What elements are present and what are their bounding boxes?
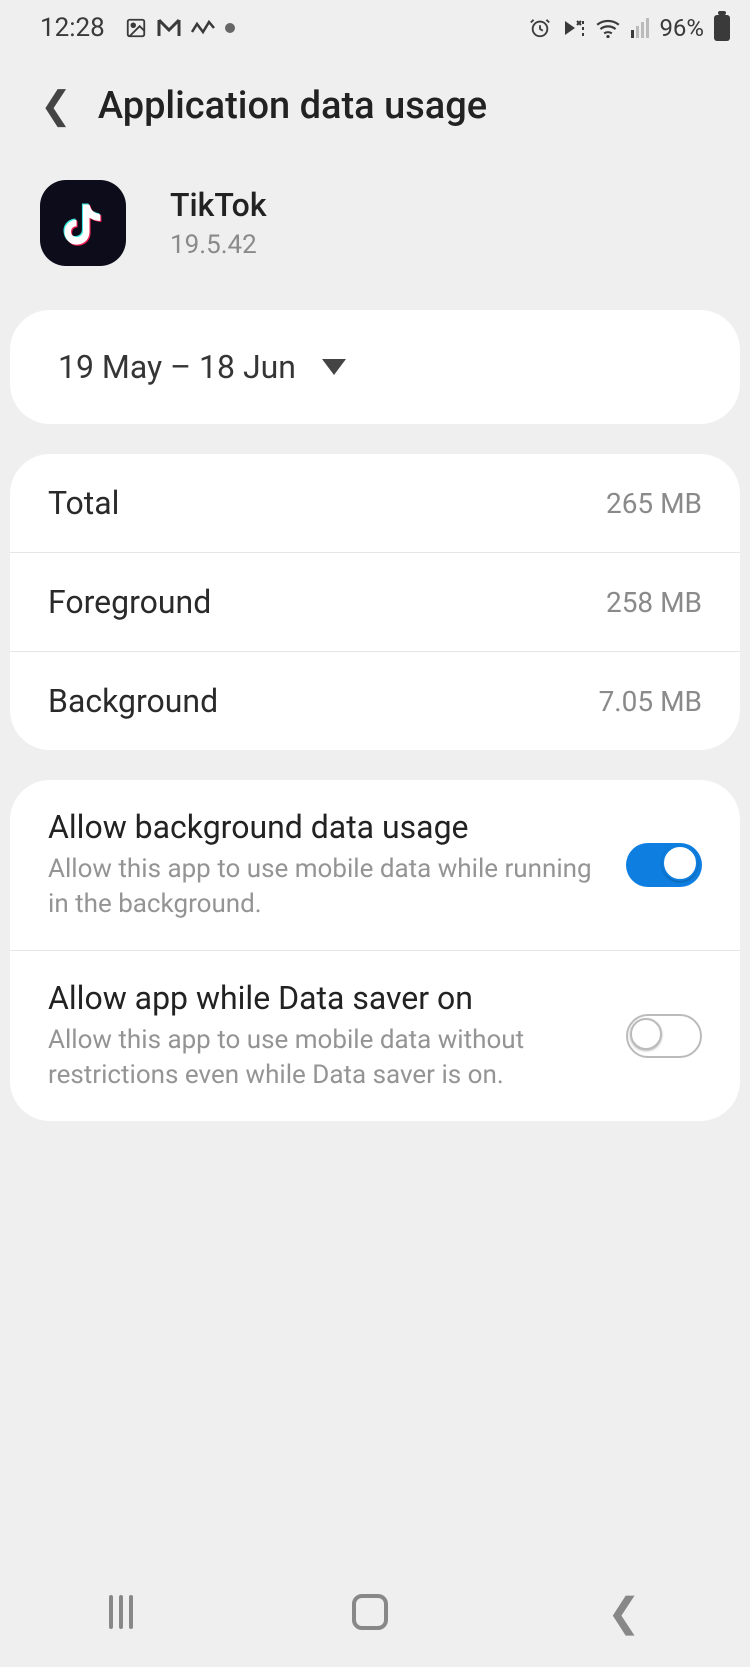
status-time: 12:28 xyxy=(40,13,105,43)
cell-signal-icon xyxy=(631,18,649,38)
gmail-icon xyxy=(157,18,181,38)
page-header: ❮ Application data usage xyxy=(0,48,750,148)
status-bar: 12:28 96% xyxy=(0,0,750,48)
usage-card: Total 265 MB Foreground 258 MB Backgroun… xyxy=(10,454,740,750)
app-name: TikTok xyxy=(170,186,267,224)
picture-icon xyxy=(125,17,147,39)
date-range-label: 19 May – 18 Jun xyxy=(58,348,296,386)
usage-label: Background xyxy=(48,682,218,720)
page-title: Application data usage xyxy=(98,84,487,128)
setting-allow-background-data[interactable]: Allow background data usage Allow this a… xyxy=(10,780,740,951)
chevron-down-icon xyxy=(322,359,346,375)
alarm-icon xyxy=(529,17,551,39)
usage-row-foreground: Foreground 258 MB xyxy=(10,553,740,652)
app-info: TikTok 19.5.42 xyxy=(0,148,750,310)
usage-row-background: Background 7.05 MB xyxy=(10,652,740,750)
setting-description: Allow this app to use mobile data while … xyxy=(48,852,606,922)
settings-card: Allow background data usage Allow this a… xyxy=(10,780,740,1121)
toggle-allow-background-data[interactable] xyxy=(626,843,702,887)
toggle-allow-data-saver[interactable] xyxy=(626,1014,702,1058)
setting-description: Allow this app to use mobile data withou… xyxy=(48,1023,606,1093)
usage-value: 258 MB xyxy=(606,586,702,619)
usage-label: Foreground xyxy=(48,583,211,621)
vibrate-icon xyxy=(561,17,585,39)
app-icon xyxy=(40,180,126,266)
stocks-icon xyxy=(191,20,215,36)
setting-allow-data-saver[interactable]: Allow app while Data saver on Allow this… xyxy=(10,951,740,1121)
setting-title: Allow background data usage xyxy=(48,808,606,846)
nav-back-button[interactable]: ❮ xyxy=(607,1589,641,1636)
nav-home-button[interactable] xyxy=(352,1594,388,1630)
date-range-dropdown[interactable]: 19 May – 18 Jun xyxy=(58,348,692,386)
nav-recents-button[interactable] xyxy=(109,1595,133,1629)
app-version: 19.5.42 xyxy=(170,230,267,260)
setting-title: Allow app while Data saver on xyxy=(48,979,606,1017)
usage-value: 7.05 MB xyxy=(599,685,702,718)
usage-row-total: Total 265 MB xyxy=(10,454,740,553)
wifi-icon xyxy=(595,18,621,38)
date-range-card: 19 May – 18 Jun xyxy=(10,310,740,424)
more-notifications-dot xyxy=(225,23,235,33)
navigation-bar: ❮ xyxy=(0,1557,750,1667)
usage-value: 265 MB xyxy=(606,487,702,520)
battery-icon xyxy=(714,15,730,41)
usage-label: Total xyxy=(48,484,119,522)
back-button[interactable]: ❮ xyxy=(40,87,72,125)
battery-percent: 96% xyxy=(659,14,704,42)
